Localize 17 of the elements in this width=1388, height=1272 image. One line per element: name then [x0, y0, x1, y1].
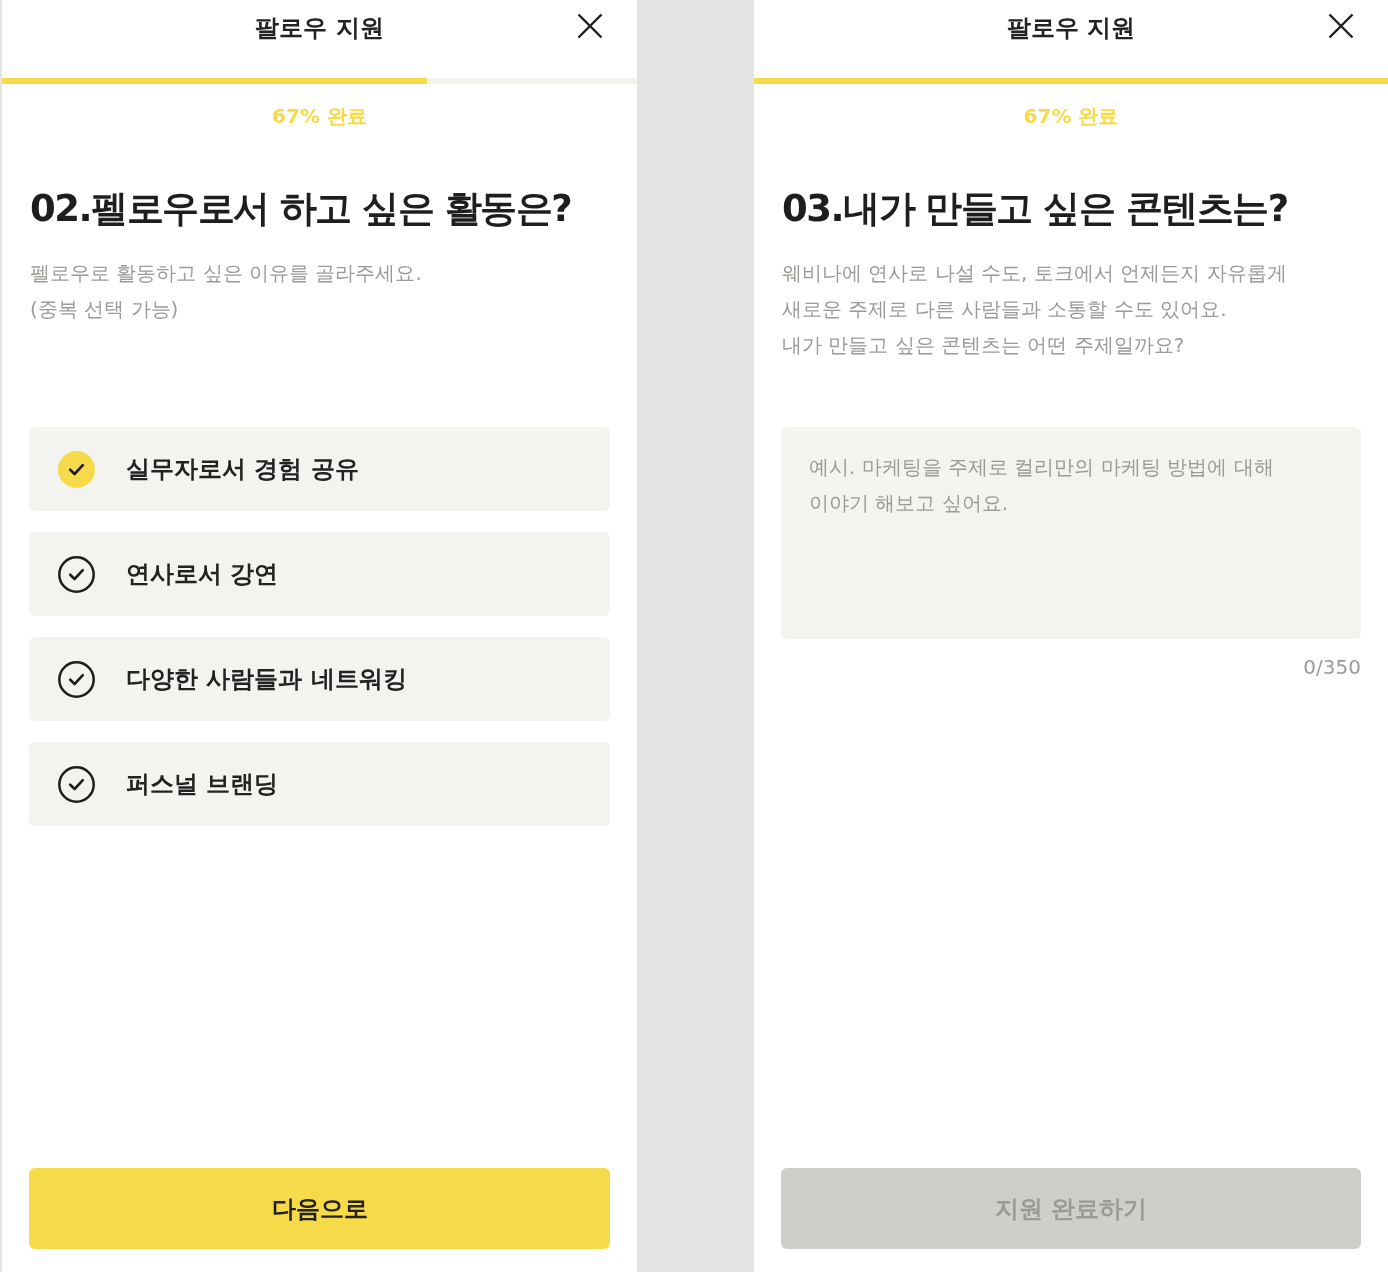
option-button[interactable]: 실무자로서 경험 공유 — [29, 427, 610, 511]
screen-title: 팔로우 지원 — [1006, 13, 1136, 44]
option-button[interactable]: 퍼스널 브랜딩 — [29, 742, 610, 826]
character-counter: 0/350 — [1303, 654, 1361, 681]
question-description: 펠로우로 활동하고 싶은 이유를 골라주세요. (중복 선택 가능) — [30, 260, 423, 323]
option-button[interactable]: 다양한 사람들과 네트워킹 — [29, 637, 610, 721]
screen-title: 팔로우 지원 — [255, 13, 384, 44]
close-icon[interactable] — [577, 13, 603, 39]
answer-field[interactable]: 예시. 마케팅을 주제로 컬리만의 마케팅 방법에 대해 이야기 해보고 싶어요. — [781, 427, 1361, 639]
progress-label: 67% 완료 — [1023, 104, 1119, 128]
close-icon[interactable] — [1328, 13, 1354, 39]
action-button[interactable]: 다음으로 — [29, 1168, 610, 1249]
option-button[interactable]: 연사로서 강연 — [29, 532, 610, 616]
question-title: 02.펠로우로서 하고 싶은 활동은? — [30, 186, 573, 232]
question-title: 03.내가 만들고 싶은 콘텐츠는? — [782, 186, 1289, 232]
progress-label: 67% 완료 — [272, 104, 367, 128]
question-description: 웨비나에 연사로 나설 수도, 토크에서 언제든지 자유롭게 새로운 주제로 다른 사람들과 소통할 수도 있어요. 내가 만들고 싶은 콘텐츠는 어떤 주제일까요? — [782, 260, 1288, 359]
